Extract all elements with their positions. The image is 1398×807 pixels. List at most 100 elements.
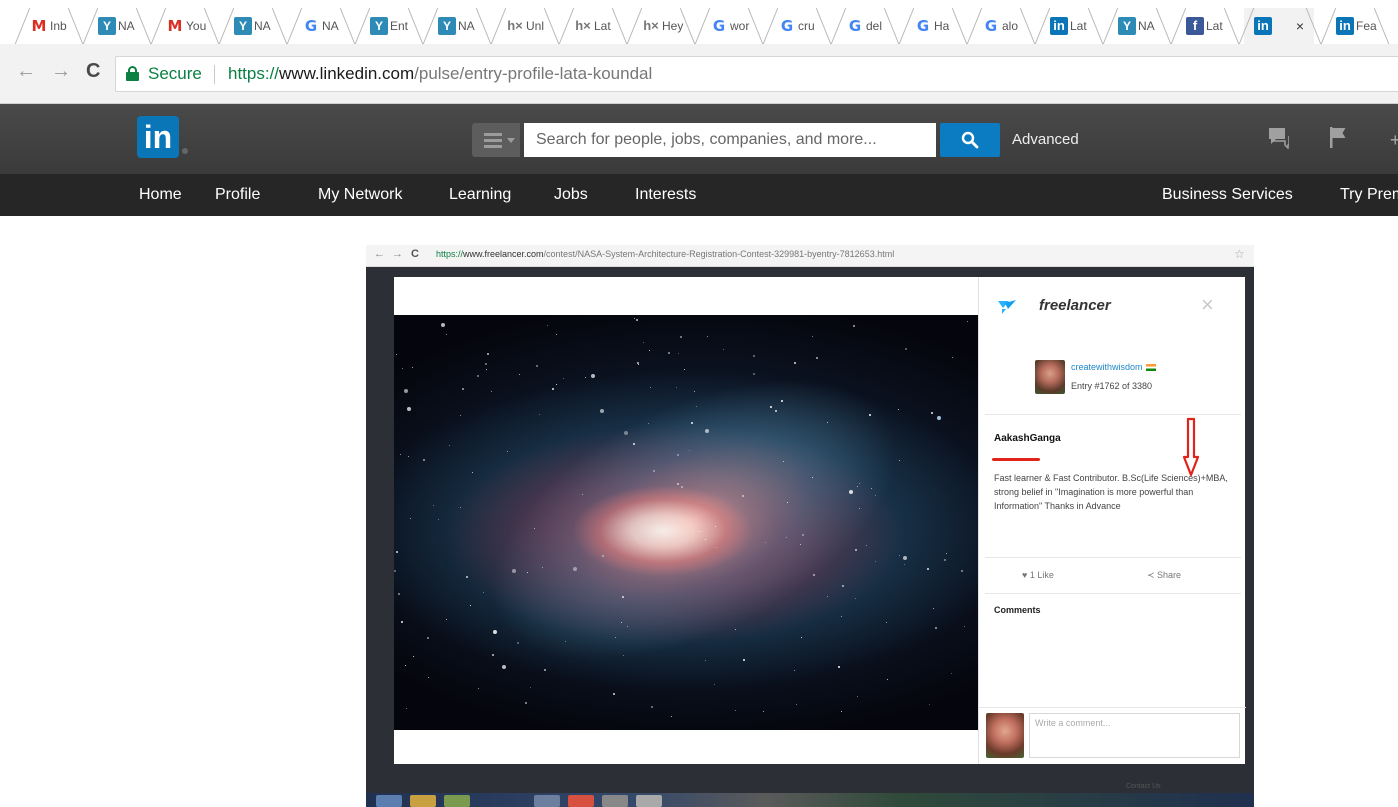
search-button[interactable] — [940, 123, 1000, 157]
entry-modal: freelancer × createwithwisdom Entry #176… — [394, 277, 1246, 764]
comment-input[interactable]: Write a comment... — [1029, 713, 1240, 758]
tab-title: Ha — [934, 19, 950, 33]
registered-mark — [182, 148, 188, 154]
browser-tab[interactable]: M You — [156, 8, 212, 44]
browser-tab[interactable]: in Lat — [1040, 8, 1096, 44]
search-icon — [961, 131, 979, 149]
browser-tab[interactable]: M Inb — [20, 8, 76, 44]
nav-learning[interactable]: Learning — [449, 186, 511, 204]
tab-title: Ent — [390, 19, 409, 33]
add-connections-icon[interactable]: + — [1390, 130, 1398, 151]
like-button[interactable]: ♥ 1 Like — [1022, 570, 1054, 580]
nav-interests[interactable]: Interests — [635, 186, 696, 204]
url-text[interactable]: https://www.linkedin.com/pulse/entry-pro… — [228, 57, 652, 91]
comments-heading: Comments — [994, 605, 1041, 615]
taskbar-chrome-icon — [568, 795, 594, 807]
back-button[interactable]: ← — [16, 60, 36, 83]
browser-tab[interactable]: Galo — [972, 8, 1028, 44]
gmail-icon: M — [31, 17, 47, 35]
tab-title: Unl — [526, 19, 545, 33]
avatar[interactable] — [1035, 360, 1065, 394]
hx-icon: h× — [575, 18, 591, 33]
tab-title: NA — [1138, 19, 1155, 33]
entrant-username[interactable]: createwithwisdom — [1071, 362, 1156, 372]
browser-tab[interactable]: G NA — [292, 8, 348, 44]
advanced-search-link[interactable]: Advanced — [1012, 131, 1079, 148]
browser-tab[interactable]: Gdel — [836, 8, 892, 44]
taskbar-window-icon — [534, 795, 560, 807]
annotation-underline — [992, 458, 1040, 461]
browser-tab[interactable]: Y NA — [428, 8, 484, 44]
browser-tab[interactable]: h× Unl — [496, 8, 552, 44]
embedded-forward-icon: → — [392, 248, 403, 260]
tab-close-icon[interactable]: × — [1296, 8, 1304, 44]
india-flag-icon — [1145, 364, 1156, 372]
tab-title: Lat — [1070, 19, 1087, 33]
gmail-icon: M — [167, 17, 183, 35]
taskbar-app-icon — [444, 795, 470, 807]
commenter-avatar — [986, 713, 1024, 758]
browser-tab[interactable]: Y NA — [88, 8, 144, 44]
embedded-reload-icon: C — [411, 248, 419, 260]
tab-title: del — [866, 19, 883, 33]
annotation-down-arrow-icon — [1183, 417, 1199, 477]
browser-tab[interactable]: in × — [1244, 8, 1314, 44]
secure-label: Secure — [148, 64, 202, 83]
nav-business-services[interactable]: Business Services — [1162, 186, 1293, 204]
galaxy-entry-image — [394, 315, 978, 730]
nav-jobs[interactable]: Jobs — [554, 186, 588, 204]
forward-button[interactable]: → — [51, 60, 71, 83]
close-icon[interactable]: × — [1201, 292, 1214, 318]
tab-title: Fea — [1356, 19, 1377, 33]
nav-try-premium[interactable]: Try Prem — [1340, 186, 1398, 204]
embedded-url: https://www.freelancer.com/contest/NASA-… — [436, 249, 895, 259]
freelancer-bird-icon — [998, 300, 1016, 314]
browser-tab[interactable]: Y NA — [224, 8, 280, 44]
nav-home[interactable]: Home — [139, 186, 182, 204]
linkedin-icon: in — [1254, 17, 1272, 35]
browser-tab[interactable]: h× Hey — [632, 8, 688, 44]
tab-title: You — [186, 19, 207, 33]
search-input[interactable] — [524, 123, 936, 157]
omnibox[interactable]: Secure https://www.linkedin.com/pulse/en… — [115, 56, 1398, 92]
browser-tab[interactable]: in Fea — [1326, 8, 1382, 44]
browser-tab[interactable]: h× Lat — [564, 8, 620, 44]
hx-icon: h× — [643, 18, 659, 33]
tab-title: alo — [1002, 19, 1019, 33]
embedded-taskbar — [366, 793, 1254, 807]
linkedin-nav: Home Profile My Network Learning Jobs In… — [0, 174, 1398, 216]
share-button[interactable]: ≺ Share — [1147, 570, 1181, 581]
tab-title: cru — [798, 19, 815, 33]
taskbar-window-icon — [602, 795, 628, 807]
nasa-icon: Y — [98, 17, 116, 35]
tab-title: Lat — [594, 19, 611, 33]
entry-title: AakashGanga — [994, 433, 1061, 444]
tab-title: Inb — [50, 19, 67, 33]
nav-my-network[interactable]: My Network — [318, 186, 402, 204]
google-icon: G — [712, 17, 726, 35]
entry-number: Entry #1762 of 3380 — [1071, 381, 1153, 391]
tab-title: wor — [730, 19, 750, 33]
reload-button[interactable]: C — [86, 60, 100, 83]
search-category-menu[interactable] — [472, 123, 520, 157]
entry-sidebar: freelancer × createwithwisdom Entry #176… — [978, 277, 1246, 764]
browser-tab[interactable]: Gcru — [768, 8, 824, 44]
taskbar-window-icon — [636, 795, 662, 807]
nasa-icon: Y — [438, 17, 456, 35]
browser-tab[interactable]: Gwor — [700, 8, 756, 44]
taskbar-start-icon — [376, 795, 402, 807]
browser-tab[interactable]: Y NA — [1108, 8, 1164, 44]
linkedin-logo[interactable]: in — [137, 116, 179, 158]
facebook-icon: f — [1186, 17, 1204, 35]
nasa-icon: Y — [234, 17, 252, 35]
tab-title: Hey — [662, 19, 684, 33]
nav-profile[interactable]: Profile — [215, 186, 260, 204]
notifications-flag-icon[interactable] — [1328, 125, 1348, 149]
embedded-back-icon: ← — [374, 248, 385, 260]
browser-tab[interactable]: Y Ent — [360, 8, 416, 44]
google-icon: G — [780, 17, 794, 35]
messages-icon[interactable] — [1267, 125, 1289, 149]
browser-tab[interactable]: G Ha — [904, 8, 960, 44]
article-screenshot: ← → C https://www.freelancer.com/contest… — [366, 245, 1254, 807]
browser-tab[interactable]: f Lat — [1176, 8, 1232, 44]
